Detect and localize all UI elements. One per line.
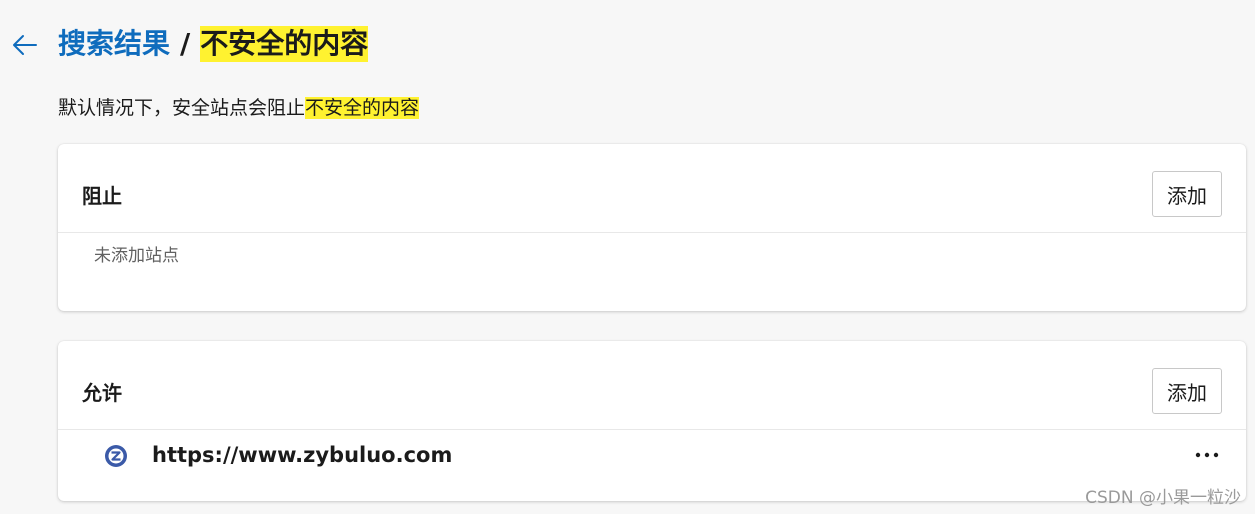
breadcrumb-separator: / — [180, 27, 191, 60]
site-more-button[interactable] — [1192, 440, 1222, 470]
breadcrumb: 搜索结果 / 不安全的内容 — [58, 26, 369, 62]
more-options-icon — [1195, 452, 1219, 458]
allow-section-header: 允许 添加 — [58, 341, 1246, 430]
allow-section-card: 允许 添加 https://www.zybuluo.com — [58, 341, 1246, 501]
settings-page: 搜索结果 / 不安全的内容 默认情况下，安全站点会阻止不安全的内容 阻止 添加 … — [0, 0, 1255, 514]
breadcrumb-search-results-link[interactable]: 搜索结果 — [58, 26, 170, 62]
site-favicon-icon — [105, 445, 127, 467]
block-section-title: 阻止 — [82, 184, 122, 208]
block-section-card: 阻止 添加 未添加站点 — [58, 144, 1246, 311]
page-title: 不安全的内容 — [200, 26, 369, 62]
description-text: 默认情况下，安全站点会阻止 — [58, 97, 306, 119]
allow-section-title: 允许 — [82, 381, 122, 405]
block-add-button[interactable]: 添加 — [1152, 171, 1222, 217]
list-item: https://www.zybuluo.com — [58, 430, 1246, 500]
watermark: CSDN @小果一粒沙 — [1085, 488, 1241, 508]
back-button[interactable] — [8, 28, 42, 62]
block-empty-text: 未添加站点 — [94, 246, 179, 266]
allow-add-button[interactable]: 添加 — [1152, 368, 1222, 414]
description-highlight: 不安全的内容 — [305, 97, 420, 119]
back-arrow-icon — [13, 35, 37, 55]
block-section-header: 阻止 添加 — [58, 144, 1246, 233]
page-description: 默认情况下，安全站点会阻止不安全的内容 — [58, 94, 420, 122]
site-url: https://www.zybuluo.com — [152, 443, 453, 467]
